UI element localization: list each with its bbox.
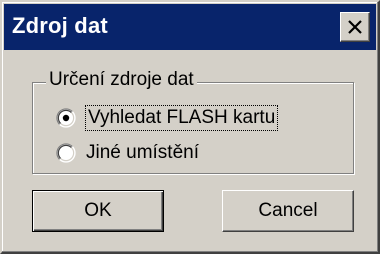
dialog-window: Zdroj dat Určení zdroje dat Vyhledat FLA… bbox=[0, 0, 380, 254]
close-button[interactable] bbox=[340, 12, 370, 42]
title-bar[interactable]: Zdroj dat bbox=[4, 4, 376, 50]
groupbox-label: Určení zdroje dat bbox=[46, 68, 197, 92]
ok-button[interactable]: OK bbox=[32, 190, 164, 232]
cancel-button[interactable]: Cancel bbox=[222, 190, 354, 232]
dialog-title: Zdroj dat bbox=[12, 13, 108, 38]
radio-label-other-location[interactable]: Jiné umístění bbox=[86, 141, 199, 165]
radio-selected-icon[interactable] bbox=[56, 108, 76, 128]
close-icon bbox=[348, 20, 362, 34]
radio-option-flash-card[interactable]: Vyhledat FLASH kartu bbox=[56, 103, 279, 133]
radio-unselected-icon[interactable] bbox=[56, 143, 76, 163]
radio-label-flash-card[interactable]: Vyhledat FLASH kartu bbox=[84, 105, 279, 131]
radio-option-other-location[interactable]: Jiné umístění bbox=[56, 138, 199, 168]
